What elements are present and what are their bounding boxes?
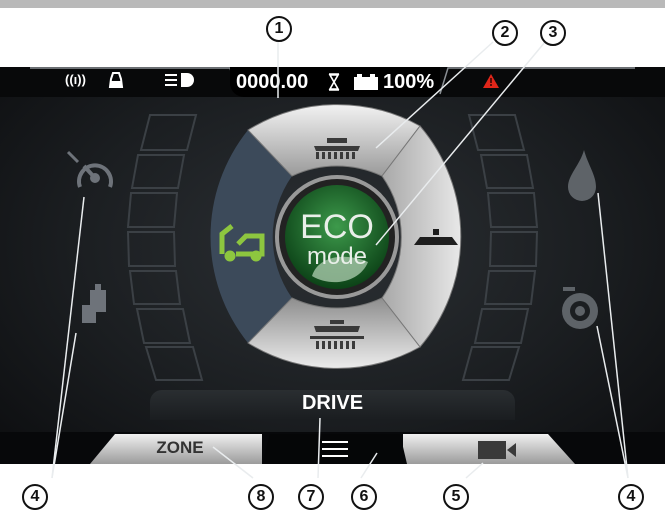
callout-6: 6: [351, 484, 377, 510]
callout-5: 5: [443, 484, 469, 510]
callout-8: 8: [248, 484, 274, 510]
callout-7: 7: [298, 484, 324, 510]
callout-3: 3: [540, 20, 566, 46]
callout-1: 1: [266, 16, 292, 42]
callout-2: 2: [492, 20, 518, 46]
callout-4-right: 4: [618, 484, 644, 510]
callout-4-left: 4: [22, 484, 48, 510]
callout-lines: [51, 41, 629, 479]
